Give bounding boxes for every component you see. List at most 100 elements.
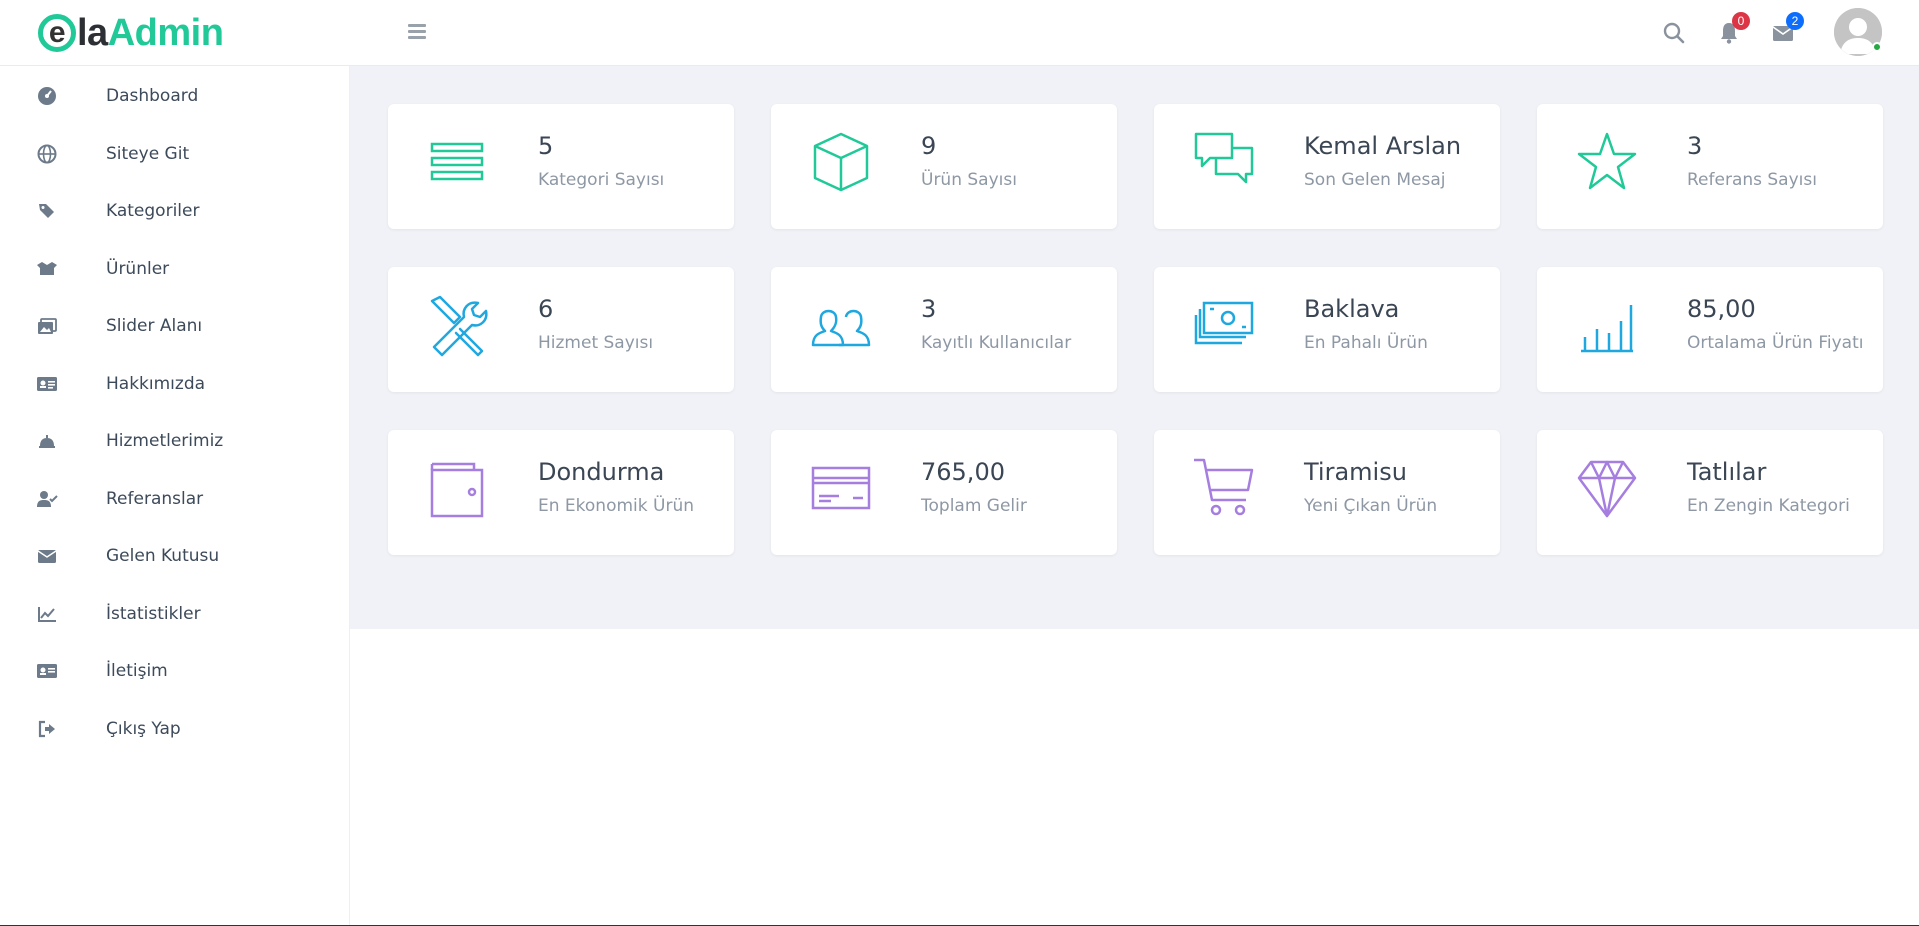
sidebar-item-label: Ürünler [106,259,170,279]
messages-button[interactable]: 2 [1768,12,1804,48]
tags-icon [36,200,58,222]
search-icon [1663,22,1685,44]
stat-value: Tiramisu [1304,458,1407,486]
user-check-icon [36,488,58,510]
notifications-badge: 0 [1732,12,1750,30]
sidebar-item-label: Hakkımızda [106,374,206,394]
sidebar-item-hakkimizda[interactable]: Hakkımızda [0,364,350,404]
comments-icon [1194,132,1254,184]
box-open-icon [36,258,58,280]
logo-e: e [38,14,76,52]
stat-value: 5 [538,132,554,160]
stat-value: Baklava [1304,295,1400,323]
cart-icon [1194,458,1254,516]
online-status-dot [1872,42,1882,52]
hamburger-icon [408,24,426,27]
address-card-icon [36,660,58,682]
dashboard-content: 5 Kategori Sayısı 9 Ürün Sayısı Kemal Ar… [350,66,1919,629]
logo[interactable]: e la Admin [38,11,224,54]
stat-caption: En Ekonomik Ürün [538,496,694,516]
stat-caption: Hizmet Sayısı [538,333,654,353]
stat-caption: Kayıtlı Kullanıcılar [921,333,1072,353]
credit-card-icon [811,466,871,510]
stat-card-ekonomik-urun: Dondurma En Ekonomik Ürün [388,430,734,555]
sidebar-item-label: Kategoriler [106,201,200,221]
sidebar-item-iletisim[interactable]: İletişim [0,651,350,691]
stat-value: 3 [1687,132,1703,160]
sidebar: Dashboard Siteye Git Kategoriler Ürünler… [0,66,350,926]
users-icon [811,309,871,347]
sidebar-item-label: İletişim [106,661,168,681]
sidebar-item-label: Referanslar [106,489,204,509]
stat-caption: Son Gelen Mesaj [1304,170,1446,190]
stat-card-ortalama-fiyat: 85,00 Ortalama Ürün Fiyatı [1537,267,1883,392]
hamburger-icon-line [408,36,426,39]
stat-card-urun: 9 Ürün Sayısı [771,104,1117,229]
stat-card-yeni-urun: Tiramisu Yeni Çıkan Ürün [1154,430,1500,555]
stat-card-zengin-kategori: Tatlılar En Zengin Kategori [1537,430,1883,555]
sidebar-item-slider-alani[interactable]: Slider Alanı [0,306,350,346]
cube-icon [813,132,869,192]
stat-value: Tatlılar [1687,458,1767,486]
stat-value: 3 [921,295,937,323]
messages-badge: 2 [1786,12,1804,30]
sidebar-item-kategoriler[interactable]: Kategoriler [0,191,350,231]
sidebar-item-siteye-git[interactable]: Siteye Git [0,134,350,174]
stat-card-toplam-gelir: 765,00 Toplam Gelir [771,430,1117,555]
tools-icon [430,295,488,357]
sidebar-item-label: Siteye Git [106,144,190,164]
sidebar-item-label: İstatistikler [106,604,201,624]
hamburger-icon-line [408,30,426,33]
stat-caption: Ürün Sayısı [921,170,1017,190]
stat-card-referans: 3 Referans Sayısı [1537,104,1883,229]
sidebar-item-label: Hizmetlerimiz [106,431,224,451]
stat-card-kullanicilar: 3 Kayıtlı Kullanıcılar [771,267,1117,392]
diamond-icon [1577,460,1637,518]
notifications-button[interactable]: 0 [1714,12,1750,48]
sidebar-item-label: Gelen Kutusu [106,546,220,566]
stat-caption: Referans Sayısı [1687,170,1817,190]
stat-value: 9 [921,132,937,160]
stat-value: 85,00 [1687,295,1756,323]
stat-card-hizmet: 6 Hizmet Sayısı [388,267,734,392]
stat-caption: Yeni Çıkan Ürün [1304,496,1438,516]
sidebar-item-label: Dashboard [106,86,199,106]
stat-caption: Toplam Gelir [921,496,1027,516]
dashboard-icon [36,85,58,107]
sidebar-item-label: Çıkış Yap [106,719,181,739]
stat-caption: En Pahalı Ürün [1304,333,1428,353]
sign-out-icon [36,718,58,740]
stat-value: Kemal Arslan [1304,132,1462,160]
stat-value: 765,00 [921,458,1005,486]
sidebar-item-cikis-yap[interactable]: Çıkış Yap [0,709,350,749]
sidebar-item-urunler[interactable]: Ürünler [0,249,350,289]
stat-caption: Kategori Sayısı [538,170,665,190]
stat-card-pahali-urun: Baklava En Pahalı Ürün [1154,267,1500,392]
wallet-icon [430,462,484,518]
logo-admin: Admin [107,11,224,54]
sidebar-item-dashboard[interactable]: Dashboard [0,76,350,116]
stat-caption: Ortalama Ürün Fiyatı [1687,333,1864,353]
list-icon [430,142,484,181]
sidebar-item-istatistikler[interactable]: İstatistikler [0,594,350,634]
money-icon [1194,301,1254,345]
sidebar-item-hizmetlerimiz[interactable]: Hizmetlerimiz [0,421,350,461]
menu-toggle-button[interactable] [404,20,430,46]
id-card-icon [36,373,58,395]
stat-value: 6 [538,295,554,323]
search-button[interactable] [1659,18,1689,48]
stat-value: Dondurma [538,458,665,486]
stat-caption: En Zengin Kategori [1687,496,1850,516]
top-header: e la Admin 0 2 [0,0,1919,66]
star-icon [1577,132,1637,190]
globe-icon [36,143,58,165]
envelope-icon [36,545,58,567]
sidebar-item-label: Slider Alanı [106,316,203,336]
concierge-bell-icon [36,430,58,452]
sidebar-item-gelen-kutusu[interactable]: Gelen Kutusu [0,536,350,576]
bar-chart-icon [1581,305,1633,353]
logo-la: la [77,11,108,54]
line-chart-icon [36,603,58,625]
stat-card-kategori: 5 Kategori Sayısı [388,104,734,229]
sidebar-item-referanslar[interactable]: Referanslar [0,479,350,519]
